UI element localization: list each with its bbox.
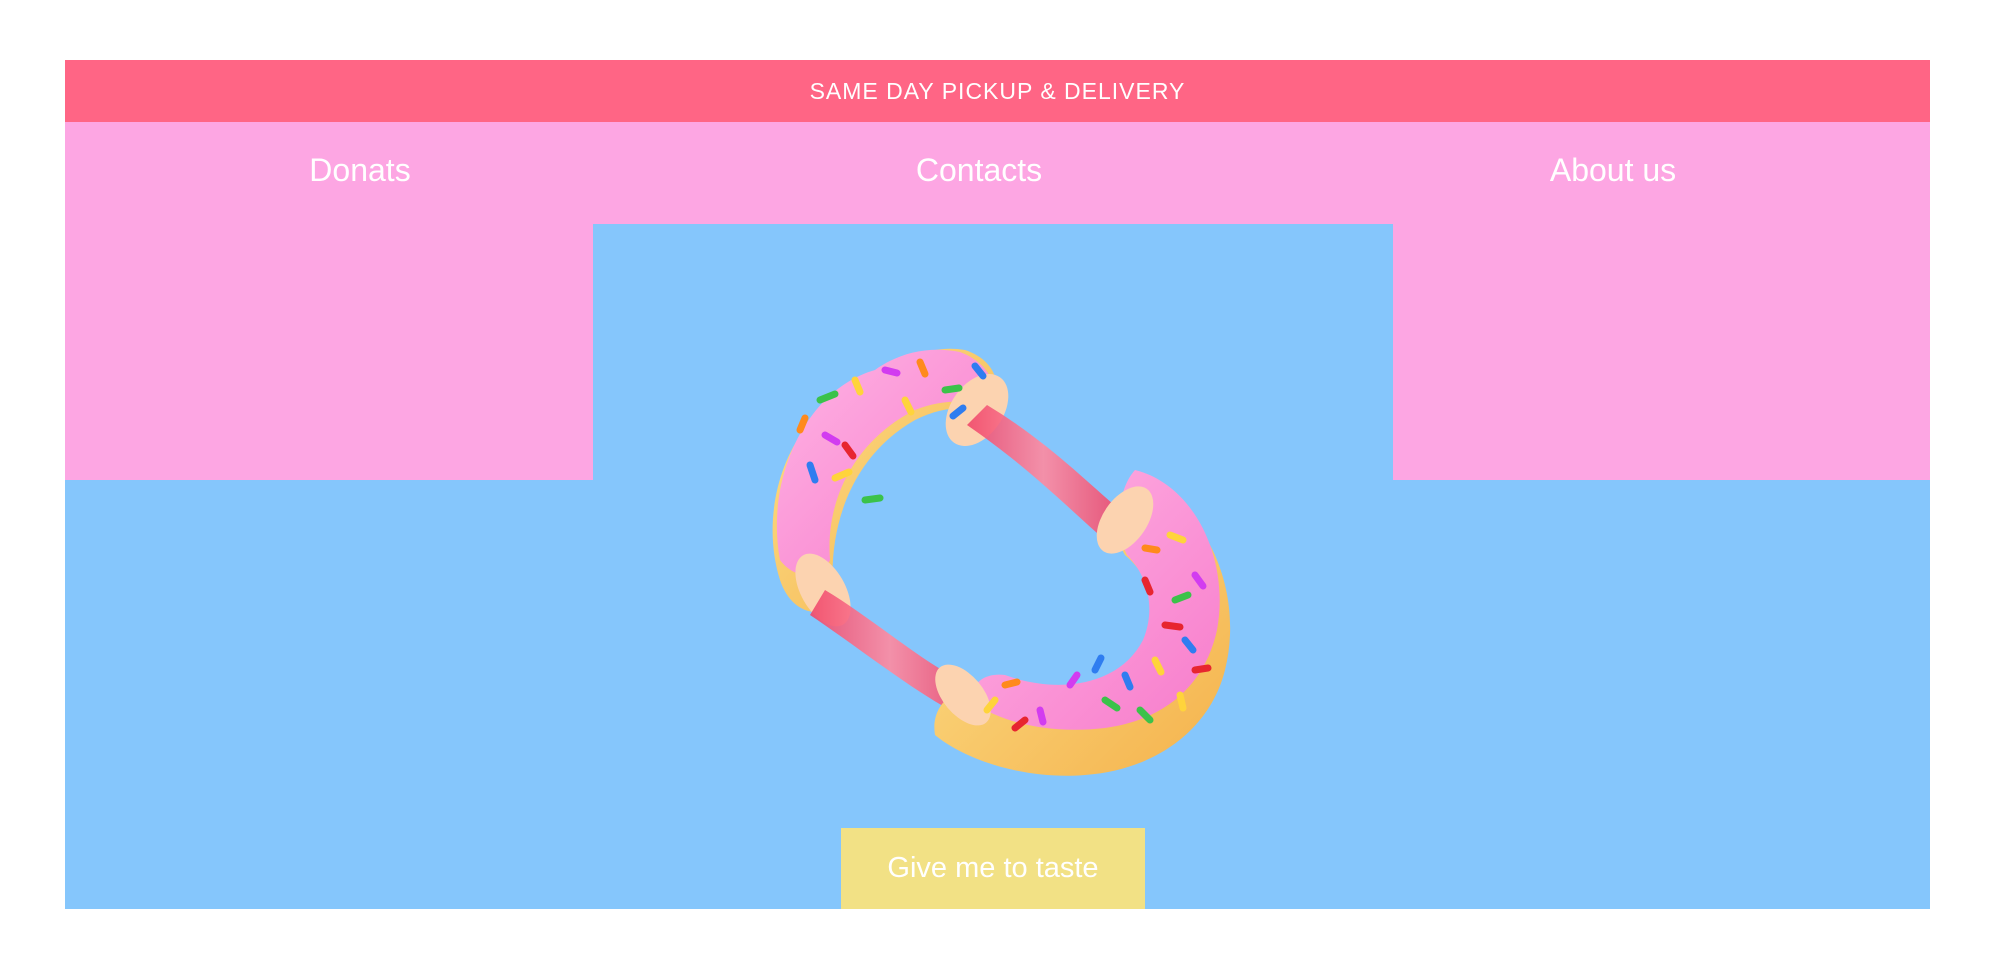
promo-banner-text: SAME DAY PICKUP & DELIVERY (809, 77, 1186, 104)
nav-item-contacts[interactable]: Contacts (916, 152, 1042, 189)
page-frame: SAME DAY PICKUP & DELIVERY Donats Contac… (65, 60, 1930, 909)
donut-illustration-icon (772, 348, 1231, 776)
donut-upper-half (772, 348, 1009, 627)
donut-strand-right (967, 405, 1120, 533)
give-me-to-taste-button[interactable]: Give me to taste (841, 828, 1145, 909)
promo-banner: SAME DAY PICKUP & DELIVERY (65, 60, 1930, 122)
donut-lower-half (934, 470, 1231, 776)
nav-item-about-us[interactable]: About us (1550, 152, 1676, 189)
nav-item-donats[interactable]: Donats (309, 152, 410, 189)
